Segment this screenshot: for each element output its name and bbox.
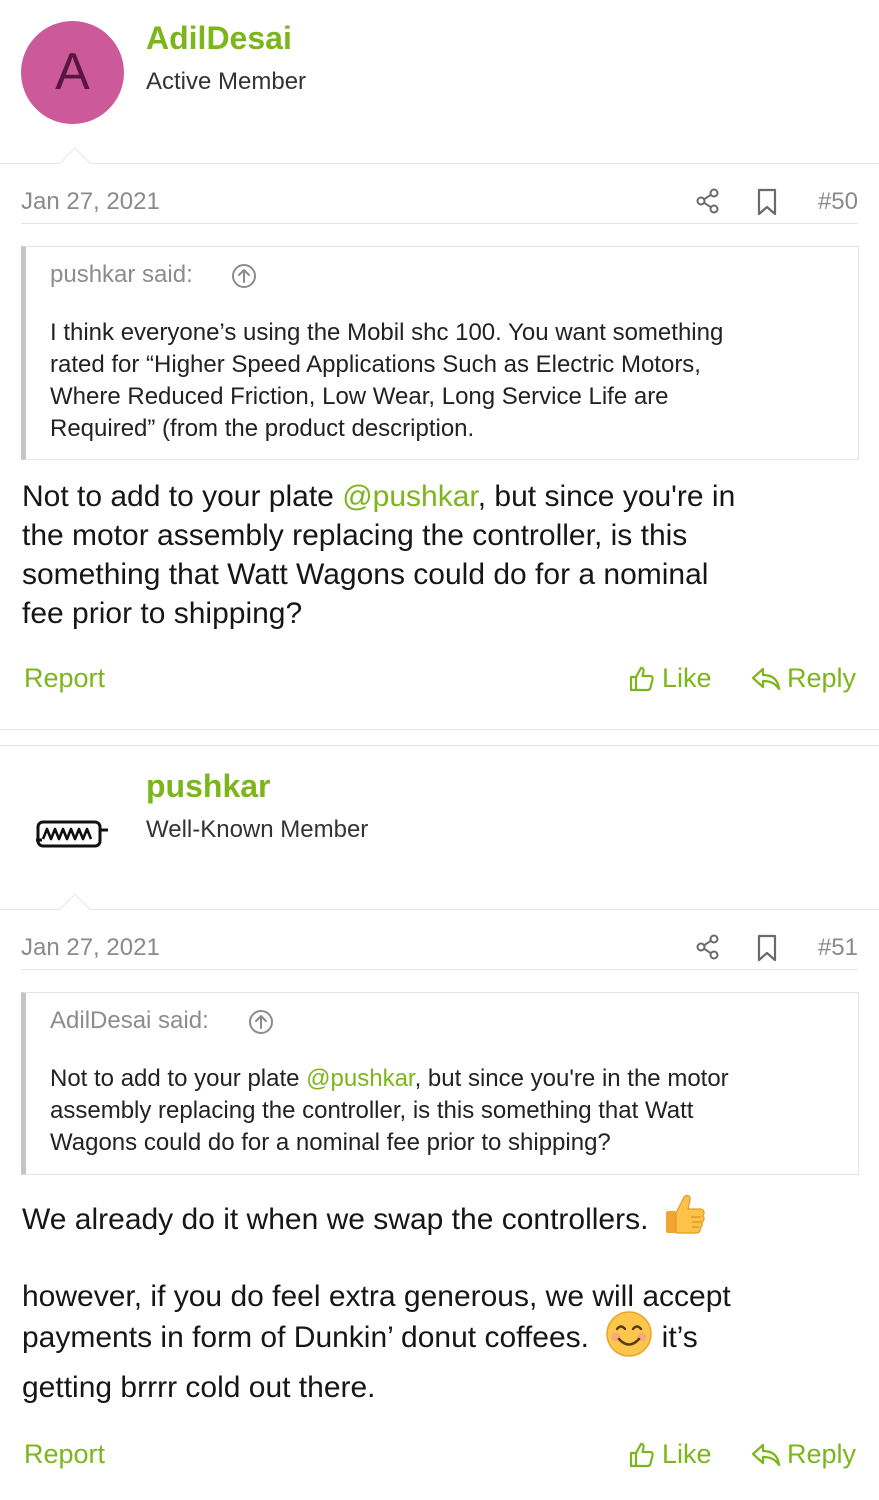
like-label: Like xyxy=(662,1439,712,1469)
report-link[interactable]: Report xyxy=(24,663,105,694)
message-text: Not to add to your plate xyxy=(22,480,343,513)
thumbs-up-icon xyxy=(629,666,654,691)
username[interactable]: pushkar xyxy=(146,768,270,805)
like-label: Like xyxy=(662,663,712,693)
post-actions: Report Like Reply xyxy=(24,663,858,703)
user-mention[interactable]: @pushkar xyxy=(342,480,478,513)
like-button[interactable]: Like xyxy=(628,663,712,694)
quote-block: AdilDesai said: Not to add to your plate… xyxy=(21,992,859,1175)
username[interactable]: AdilDesai xyxy=(146,20,292,57)
user-title: Active Member xyxy=(146,68,307,95)
post-50: A AdilDesai Active Member Jan 27, 2021 #… xyxy=(0,0,879,730)
quote-line: I think everyone’s using the Mobil shc 1… xyxy=(50,319,724,346)
divider xyxy=(0,909,879,910)
message-text: the motor assembly replacing the control… xyxy=(22,519,688,552)
arrow-up-circle-icon[interactable] xyxy=(248,1009,274,1035)
reply-button[interactable]: Reply xyxy=(751,1439,856,1470)
bookmark-icon[interactable] xyxy=(755,934,779,962)
post-meta: Jan 27, 2021 #50 xyxy=(21,184,858,224)
quote-block: pushkar said: I think everyone’s using t… xyxy=(21,246,859,460)
post-number[interactable]: #51 xyxy=(818,934,858,962)
divider xyxy=(0,163,879,164)
meta-divider xyxy=(21,223,858,224)
post-message: Not to add to your plate @pushkar, but s… xyxy=(22,477,862,633)
divider-arrow xyxy=(59,893,91,925)
smile-emoji xyxy=(606,1311,653,1357)
quote-line: Where Reduced Friction, Low Wear, Long S… xyxy=(50,383,669,410)
message-text: payments in form of Dunkin’ donut coffee… xyxy=(22,1321,589,1354)
quote-line: assembly replacing the controller, is th… xyxy=(50,1097,694,1124)
post-date[interactable]: Jan 27, 2021 xyxy=(21,188,160,216)
quote-line: Not to add to your plate xyxy=(50,1065,307,1092)
arrow-up-circle-icon[interactable] xyxy=(231,263,257,289)
user-title: Well-Known Member xyxy=(146,816,369,843)
quote-line: , but since you're in the motor xyxy=(414,1065,729,1092)
quote-text: Not to add to your plate @pushkar, but s… xyxy=(50,1063,850,1159)
quote-line: rated for “Higher Speed Applications Suc… xyxy=(50,351,701,378)
message-text: We already do it when we swap the contro… xyxy=(22,1203,649,1236)
message-text: , but since you're in xyxy=(477,480,736,513)
message-text: it’s xyxy=(653,1321,698,1354)
thumbs-up-emoji xyxy=(665,1195,705,1234)
post-separator xyxy=(0,729,879,730)
avatar[interactable] xyxy=(34,818,110,854)
message-text: something that Watt Wagons could do for … xyxy=(22,558,709,591)
post-meta: Jan 27, 2021 #51 xyxy=(21,930,858,970)
report-link[interactable]: Report xyxy=(24,1439,105,1470)
post-number[interactable]: #50 xyxy=(818,188,858,216)
bookmark-icon[interactable] xyxy=(755,188,779,216)
avatar[interactable]: A xyxy=(21,21,124,124)
quote-line: Wagons could do for a nominal fee prior … xyxy=(50,1129,611,1156)
reply-label: Reply xyxy=(787,663,857,693)
like-button[interactable]: Like xyxy=(628,1439,712,1470)
quote-author[interactable]: pushkar said: xyxy=(50,261,193,289)
quote-author[interactable]: AdilDesai said: xyxy=(50,1007,209,1035)
user-mention[interactable]: @pushkar xyxy=(306,1065,414,1092)
reply-icon xyxy=(751,667,781,690)
thumbs-up-icon xyxy=(629,1442,654,1467)
meta-divider xyxy=(21,969,858,970)
quote-text: I think everyone’s using the Mobil shc 1… xyxy=(50,317,850,445)
share-icon[interactable] xyxy=(695,934,721,960)
post-message: We already do it when we swap the contro… xyxy=(22,1195,862,1407)
message-text: however, if you do feel extra generous, … xyxy=(22,1280,731,1313)
post-actions: Report Like Reply xyxy=(24,1439,858,1479)
share-icon[interactable] xyxy=(695,188,721,214)
post-date[interactable]: Jan 27, 2021 xyxy=(21,934,160,962)
message-text: getting brrrr cold out there. xyxy=(22,1371,376,1404)
reply-icon xyxy=(751,1443,781,1466)
user-block: A AdilDesai Active Member xyxy=(0,0,879,163)
reply-button[interactable]: Reply xyxy=(751,663,856,694)
quote-line: Required” (from the product description. xyxy=(50,415,475,442)
reply-label: Reply xyxy=(787,1439,857,1469)
post-51: pushkar Well-Known Member Jan 27, 2021 #… xyxy=(0,745,879,1500)
message-text: fee prior to shipping? xyxy=(22,597,303,630)
